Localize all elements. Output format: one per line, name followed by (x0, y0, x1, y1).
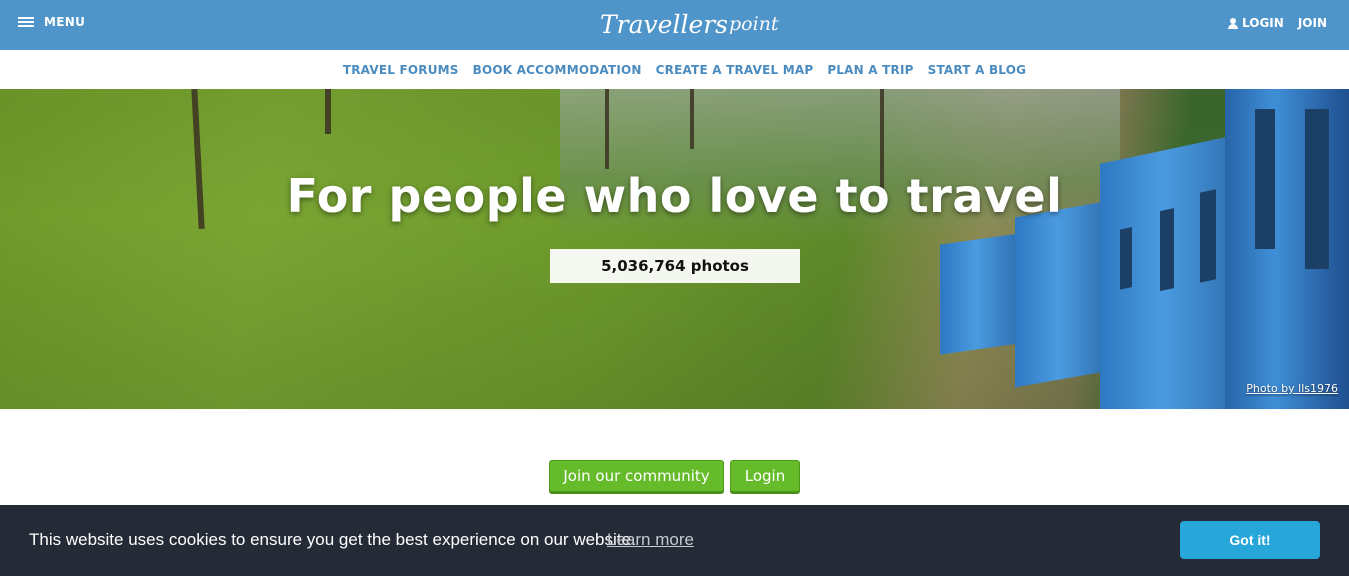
join-community-button[interactable]: Join our community (549, 460, 724, 492)
hero-background-train (940, 233, 1020, 355)
photo-credit-link[interactable]: Photo by lls1976 (1246, 382, 1338, 395)
nav-plan-a-trip[interactable]: PLAN A TRIP (827, 63, 913, 77)
menu-button[interactable]: MENU (18, 15, 85, 29)
nav-book-accommodation[interactable]: BOOK ACCOMMODATION (473, 63, 642, 77)
hamburger-icon (18, 15, 34, 29)
account-links: LOGIN JOIN (1228, 16, 1327, 30)
nav-start-a-blog[interactable]: START A BLOG (928, 63, 1027, 77)
login-button[interactable]: Login (730, 460, 800, 492)
hero-background-tree (605, 89, 609, 169)
hero-background-train (1225, 89, 1349, 409)
cookie-message: This website uses cookies to ensure you … (29, 530, 636, 549)
login-link[interactable]: LOGIN (1228, 16, 1284, 30)
nav-create-travel-map[interactable]: CREATE A TRAVEL MAP (656, 63, 814, 77)
call-to-action: Join our community Login (549, 460, 800, 492)
hero-title: For people who love to travel (286, 169, 1063, 223)
travellerspoint-logo[interactable]: Travellers point (600, 6, 779, 42)
photo-count-badge: 5,036,764 photos (550, 249, 800, 283)
main-navigation: TRAVEL FORUMS BOOK ACCOMMODATION CREATE … (0, 50, 1349, 89)
nav-travel-forums[interactable]: TRAVEL FORUMS (343, 63, 459, 77)
menu-label: MENU (44, 15, 86, 29)
hero-background-train (1015, 200, 1110, 388)
login-label: LOGIN (1242, 16, 1284, 30)
join-link[interactable]: JOIN (1298, 16, 1327, 30)
accept-cookies-button[interactable]: Got it! (1180, 521, 1320, 559)
logo-main-text: Travellers (600, 9, 729, 39)
hero-banner: For people who love to travel 5,036,764 … (0, 89, 1349, 409)
cookie-banner: This website uses cookies to ensure you … (0, 505, 1349, 576)
hero-background-tree (690, 89, 694, 149)
user-icon (1228, 17, 1239, 29)
logo-secondary-text: point (729, 13, 779, 35)
hero-background-tree (325, 89, 331, 134)
learn-more-link[interactable]: Learn more (607, 530, 694, 550)
hero-background-train-window (1120, 227, 1132, 290)
top-bar: MENU Travellers point LOGIN JOIN (0, 0, 1349, 50)
